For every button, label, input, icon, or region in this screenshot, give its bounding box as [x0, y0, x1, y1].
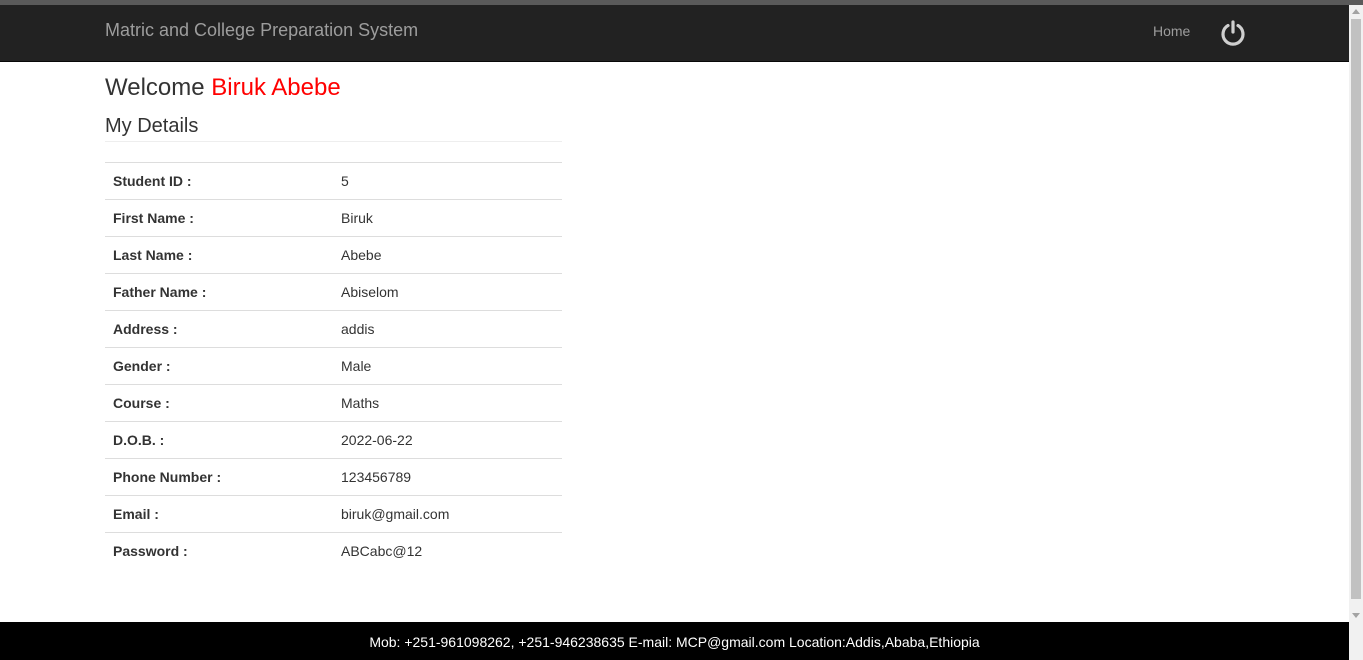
table-row: Student ID : 5: [105, 162, 562, 200]
page-scrollbar[interactable]: [1349, 5, 1363, 622]
detail-label: Course :: [105, 384, 333, 422]
brand-title[interactable]: Matric and College Preparation System: [105, 19, 418, 41]
table-row: Father Name : Abiselom: [105, 273, 562, 311]
detail-label: First Name :: [105, 199, 333, 237]
table-row: Last Name : Abebe: [105, 236, 562, 274]
detail-label: Phone Number :: [105, 458, 333, 496]
details-table: Student ID : 5 First Name : Biruk Last N…: [105, 162, 562, 570]
table-row: Address : addis: [105, 310, 562, 348]
welcome-user-name: Biruk Abebe: [211, 74, 341, 101]
table-row: Phone Number : 123456789: [105, 458, 562, 496]
scroll-down-icon[interactable]: [1352, 613, 1360, 618]
table-row: First Name : Biruk: [105, 199, 562, 237]
detail-value: biruk@gmail.com: [333, 495, 562, 533]
navbar: Matric and College Preparation System Ho…: [0, 5, 1349, 62]
detail-value: Male: [333, 347, 562, 385]
page-title: My Details: [105, 115, 199, 137]
detail-label: Last Name :: [105, 236, 333, 274]
detail-value: Maths: [333, 384, 562, 422]
detail-label: Address :: [105, 310, 333, 348]
detail-value: Biruk: [333, 199, 562, 237]
table-row: Password : ABCabc@12: [105, 532, 562, 570]
table-row: Gender : Male: [105, 347, 562, 385]
table-row: Course : Maths: [105, 384, 562, 422]
welcome-heading: Welcome Biruk Abebe: [105, 73, 341, 103]
detail-label: Father Name :: [105, 273, 333, 311]
detail-label: Gender :: [105, 347, 333, 385]
power-icon[interactable]: [1218, 18, 1248, 48]
detail-label: D.O.B. :: [105, 421, 333, 459]
table-row: D.O.B. : 2022-06-22: [105, 421, 562, 459]
detail-label: Email :: [105, 495, 333, 533]
detail-label: Student ID :: [105, 162, 333, 200]
detail-value: 5: [333, 162, 562, 200]
detail-value: 123456789: [333, 458, 562, 496]
footer-contact-text: Mob: +251-961098262, +251-946238635 E-ma…: [369, 634, 980, 650]
detail-value: Abebe: [333, 236, 562, 274]
scroll-up-icon[interactable]: [1352, 9, 1360, 14]
detail-label: Password :: [105, 532, 333, 570]
detail-value: ABCabc@12: [333, 532, 562, 570]
scrollbar-corner: [1349, 622, 1363, 660]
title-divider: [105, 141, 562, 142]
footer: Mob: +251-961098262, +251-946238635 E-ma…: [0, 622, 1349, 660]
table-row: Email : biruk@gmail.com: [105, 495, 562, 533]
nav-home-link[interactable]: Home: [1153, 22, 1190, 40]
scrollbar-thumb[interactable]: [1351, 19, 1361, 599]
detail-value: addis: [333, 310, 562, 348]
detail-value: 2022-06-22: [333, 421, 562, 459]
welcome-prefix: Welcome: [105, 74, 205, 101]
detail-value: Abiselom: [333, 273, 562, 311]
